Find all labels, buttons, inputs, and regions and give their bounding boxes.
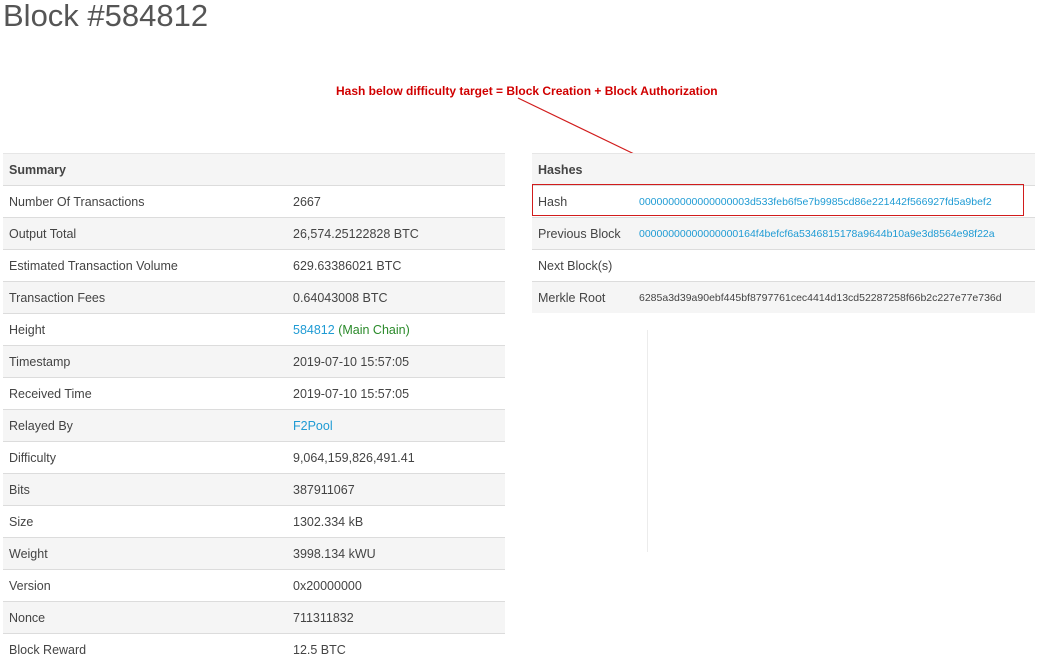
row-label: Relayed By <box>3 410 287 442</box>
row-label: Nonce <box>3 602 287 634</box>
table-row: Height 584812 (Main Chain) <box>3 314 505 346</box>
main-chain-label: (Main Chain) <box>338 323 410 337</box>
row-label: Version <box>3 570 287 602</box>
divider <box>647 330 648 552</box>
row-label: Number Of Transactions <box>3 186 287 218</box>
relayed-by-link[interactable]: F2Pool <box>293 419 333 433</box>
row-value: 1302.334 kB <box>287 506 505 538</box>
summary-table: Summary Number Of Transactions 2667 Outp… <box>3 153 505 665</box>
row-label: Previous Block <box>532 218 633 250</box>
row-value: F2Pool <box>287 410 505 442</box>
table-row: Received Time 2019-07-10 15:57:05 <box>3 378 505 410</box>
table-row: Weight 3998.134 kWU <box>3 538 505 570</box>
row-value: 26,574.25122828 BTC <box>287 218 505 250</box>
row-value: 629.63386021 BTC <box>287 250 505 282</box>
summary-header-row: Summary <box>3 154 505 186</box>
summary-heading: Summary <box>3 154 505 186</box>
row-label: Received Time <box>3 378 287 410</box>
table-row: Number Of Transactions 2667 <box>3 186 505 218</box>
row-label: Difficulty <box>3 442 287 474</box>
table-row: Estimated Transaction Volume 629.6338602… <box>3 250 505 282</box>
hashes-table: Hashes Hash 0000000000000000003d533feb6f… <box>532 153 1035 313</box>
row-label: Next Block(s) <box>532 250 633 282</box>
row-label: Hash <box>532 186 633 218</box>
row-value: 711311832 <box>287 602 505 634</box>
row-value: 0x20000000 <box>287 570 505 602</box>
table-row: Nonce 711311832 <box>3 602 505 634</box>
row-label: Block Reward <box>3 634 287 665</box>
table-row: Timestamp 2019-07-10 15:57:05 <box>3 346 505 378</box>
table-row: Next Block(s) <box>532 250 1035 282</box>
row-label: Transaction Fees <box>3 282 287 314</box>
row-value: 3998.134 kWU <box>287 538 505 570</box>
row-value: 387911067 <box>287 474 505 506</box>
row-value: 2667 <box>287 186 505 218</box>
row-value <box>633 250 1035 282</box>
table-row: Hash 0000000000000000003d533feb6f5e7b998… <box>532 186 1035 218</box>
table-row: Bits 387911067 <box>3 474 505 506</box>
row-value: 12.5 BTC <box>287 634 505 665</box>
row-label: Height <box>3 314 287 346</box>
row-value: 2019-07-10 15:57:05 <box>287 378 505 410</box>
row-label: Weight <box>3 538 287 570</box>
row-label: Estimated Transaction Volume <box>3 250 287 282</box>
table-row: Transaction Fees 0.64043008 BTC <box>3 282 505 314</box>
hashes-header-row: Hashes <box>532 154 1035 186</box>
page-title: Block #584812 <box>3 0 208 34</box>
row-label: Timestamp <box>3 346 287 378</box>
table-row: Previous Block 00000000000000000164f4bef… <box>532 218 1035 250</box>
block-hash-link[interactable]: 0000000000000000003d533feb6f5e7b9985cd86… <box>639 196 992 208</box>
table-row: Output Total 26,574.25122828 BTC <box>3 218 505 250</box>
hashes-heading: Hashes <box>532 154 1035 186</box>
table-row: Relayed By F2Pool <box>3 410 505 442</box>
previous-block-link[interactable]: 00000000000000000164f4befcf6a5346815178a… <box>639 228 995 240</box>
row-value: 2019-07-10 15:57:05 <box>287 346 505 378</box>
row-label: Merkle Root <box>532 282 633 314</box>
table-row: Size 1302.334 kB <box>3 506 505 538</box>
row-value: 00000000000000000164f4befcf6a5346815178a… <box>633 218 1035 250</box>
row-label: Output Total <box>3 218 287 250</box>
row-value: 584812 (Main Chain) <box>287 314 505 346</box>
row-value: 6285a3d39a90ebf445bf8797761cec4414d13cd5… <box>633 282 1035 314</box>
table-row: Block Reward 12.5 BTC <box>3 634 505 665</box>
table-row: Difficulty 9,064,159,826,491.41 <box>3 442 505 474</box>
row-value: 0.64043008 BTC <box>287 282 505 314</box>
row-value: 0000000000000000003d533feb6f5e7b9985cd86… <box>633 186 1035 218</box>
row-label: Bits <box>3 474 287 506</box>
annotation-text: Hash below difficulty target = Block Cre… <box>336 84 718 98</box>
row-value: 9,064,159,826,491.41 <box>287 442 505 474</box>
height-link[interactable]: 584812 <box>293 323 335 337</box>
row-label: Size <box>3 506 287 538</box>
table-row: Version 0x20000000 <box>3 570 505 602</box>
table-row: Merkle Root 6285a3d39a90ebf445bf8797761c… <box>532 282 1035 314</box>
